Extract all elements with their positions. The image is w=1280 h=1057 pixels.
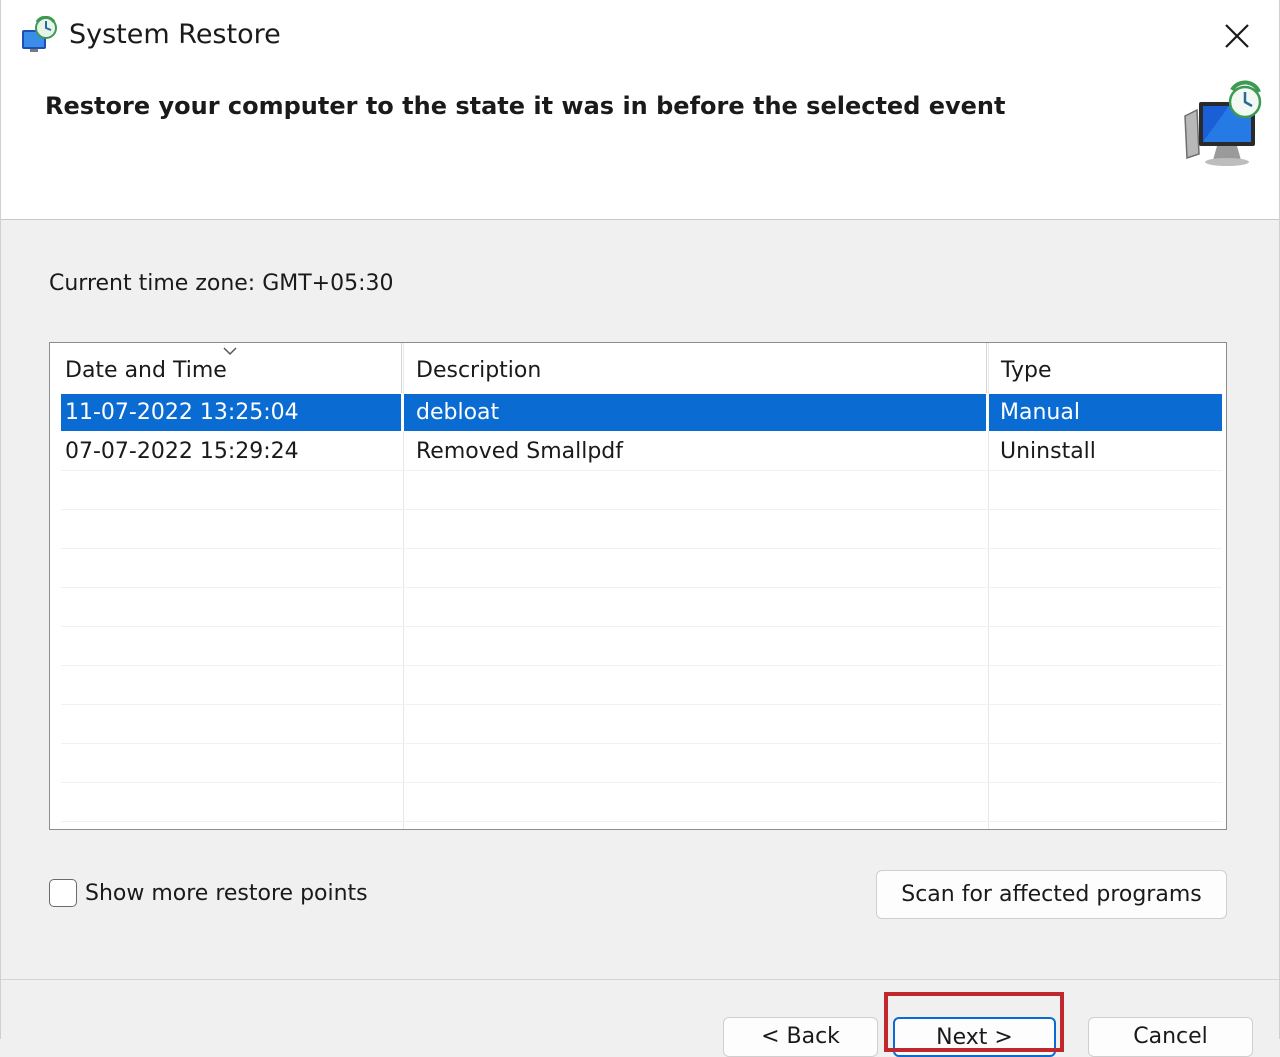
header-band: System Restore Restore your computer to … bbox=[1, 0, 1279, 220]
grid-line bbox=[61, 509, 1222, 510]
date-cell: 07-07-2022 15:29:24 bbox=[65, 439, 299, 464]
column-header-label: Type bbox=[1001, 358, 1052, 383]
grid-line bbox=[61, 665, 1222, 666]
column-header-label: Date and Time bbox=[65, 358, 227, 383]
timezone-label: Current time zone: GMT+05:30 bbox=[49, 271, 394, 296]
grid-line bbox=[61, 782, 1222, 783]
grid-line bbox=[61, 626, 1222, 627]
grid-line bbox=[61, 470, 1222, 471]
table-row[interactable]: 11-07-2022 13:25:04 debloat Manual bbox=[61, 394, 1222, 431]
description-cell: debloat bbox=[416, 400, 500, 425]
system-restore-window: System Restore Restore your computer to … bbox=[0, 0, 1280, 1057]
description-cell: Removed Smallpdf bbox=[416, 439, 624, 464]
grid-line bbox=[61, 821, 1222, 822]
cell-separator bbox=[401, 394, 404, 431]
back-button[interactable]: < Back bbox=[723, 1017, 878, 1057]
highlight-annotation-box bbox=[884, 992, 1064, 1052]
close-icon bbox=[1225, 24, 1249, 48]
window-title: System Restore bbox=[69, 19, 281, 50]
type-cell: Manual bbox=[1000, 400, 1080, 425]
restore-points-list[interactable]: Date and Time Description Type 11-07-202… bbox=[49, 342, 1227, 830]
grid-line bbox=[61, 548, 1222, 549]
header-divider bbox=[986, 343, 987, 393]
sort-descending-icon bbox=[223, 347, 237, 356]
restore-computer-icon bbox=[1184, 80, 1262, 166]
column-header-description[interactable]: Description bbox=[401, 343, 986, 393]
page-heading: Restore your computer to the state it wa… bbox=[45, 92, 1006, 120]
show-more-restore-points[interactable]: Show more restore points bbox=[49, 876, 368, 910]
cancel-button[interactable]: Cancel bbox=[1088, 1017, 1253, 1057]
show-more-label: Show more restore points bbox=[85, 880, 368, 906]
close-button[interactable] bbox=[1213, 14, 1261, 58]
grid-line bbox=[61, 587, 1222, 588]
system-restore-icon bbox=[22, 16, 57, 52]
column-header-label: Description bbox=[416, 358, 542, 383]
scan-affected-programs-button[interactable]: Scan for affected programs bbox=[876, 870, 1227, 919]
header-divider bbox=[401, 343, 402, 393]
column-header-date[interactable]: Date and Time bbox=[50, 343, 402, 393]
column-header-type[interactable]: Type bbox=[986, 343, 1226, 393]
cell-separator bbox=[986, 394, 989, 431]
grid-line bbox=[61, 743, 1222, 744]
type-cell: Uninstall bbox=[1000, 439, 1096, 464]
date-cell: 11-07-2022 13:25:04 bbox=[65, 400, 299, 425]
show-more-checkbox[interactable] bbox=[49, 879, 77, 907]
grid-line bbox=[61, 704, 1222, 705]
footer-divider bbox=[1, 979, 1279, 980]
table-row[interactable]: 07-07-2022 15:29:24 Removed Smallpdf Uni… bbox=[61, 433, 1222, 470]
